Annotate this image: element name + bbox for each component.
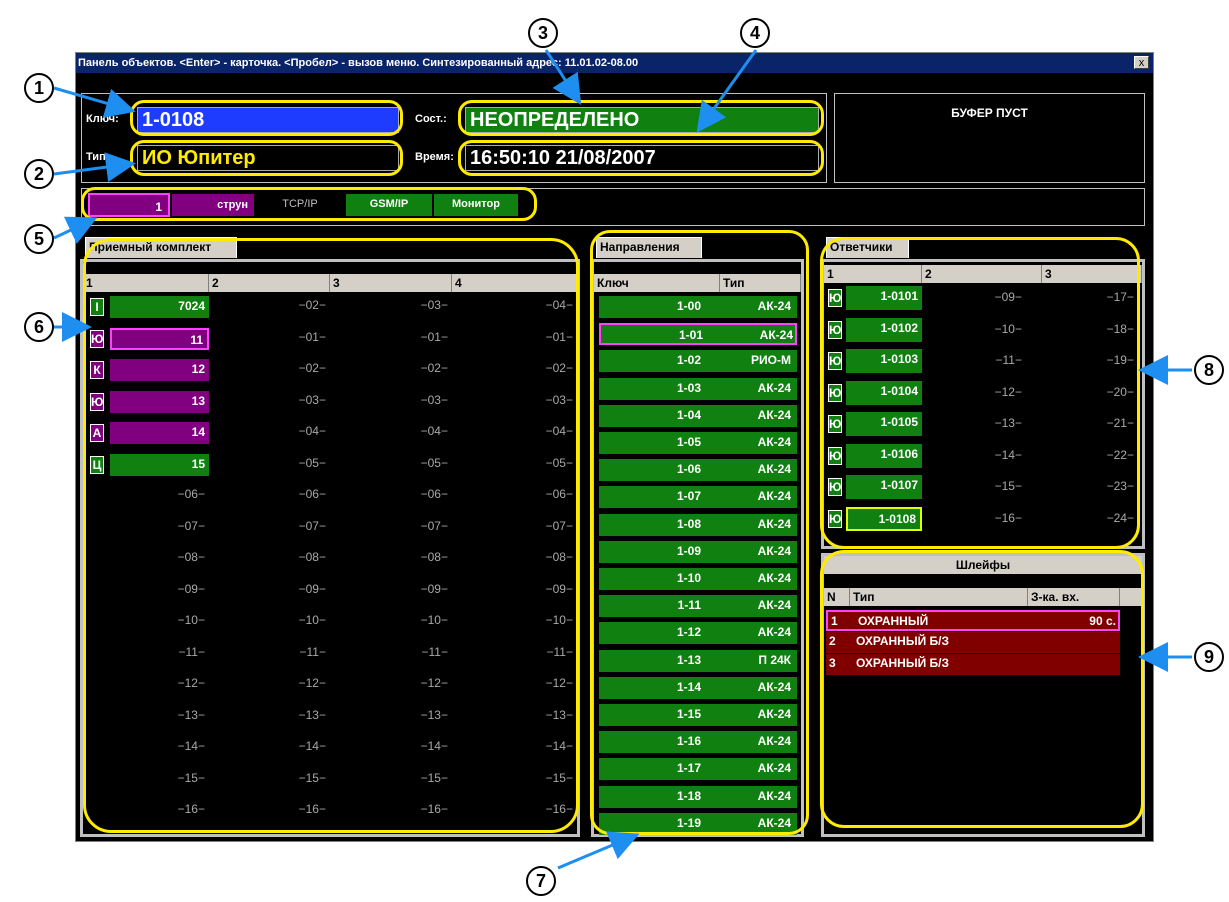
- callout-5: 5: [24, 224, 54, 254]
- callout-9: 9: [1194, 642, 1224, 672]
- callout-3: 3: [528, 18, 558, 48]
- callout-7: 7: [526, 866, 556, 896]
- arrow-3: [544, 49, 582, 106]
- arrow-7: [557, 831, 640, 870]
- arrow-1: [53, 86, 136, 118]
- callout-1: 1: [24, 73, 54, 103]
- callout-8: 8: [1194, 355, 1224, 385]
- arrow-2: [53, 152, 136, 183]
- callout-2: 2: [24, 159, 54, 189]
- arrow-5: [53, 216, 98, 244]
- callout-4: 4: [740, 18, 770, 48]
- callout-6: 6: [24, 312, 54, 342]
- callout-arrows: [52, 49, 1192, 870]
- arrow-4: [696, 49, 758, 133]
